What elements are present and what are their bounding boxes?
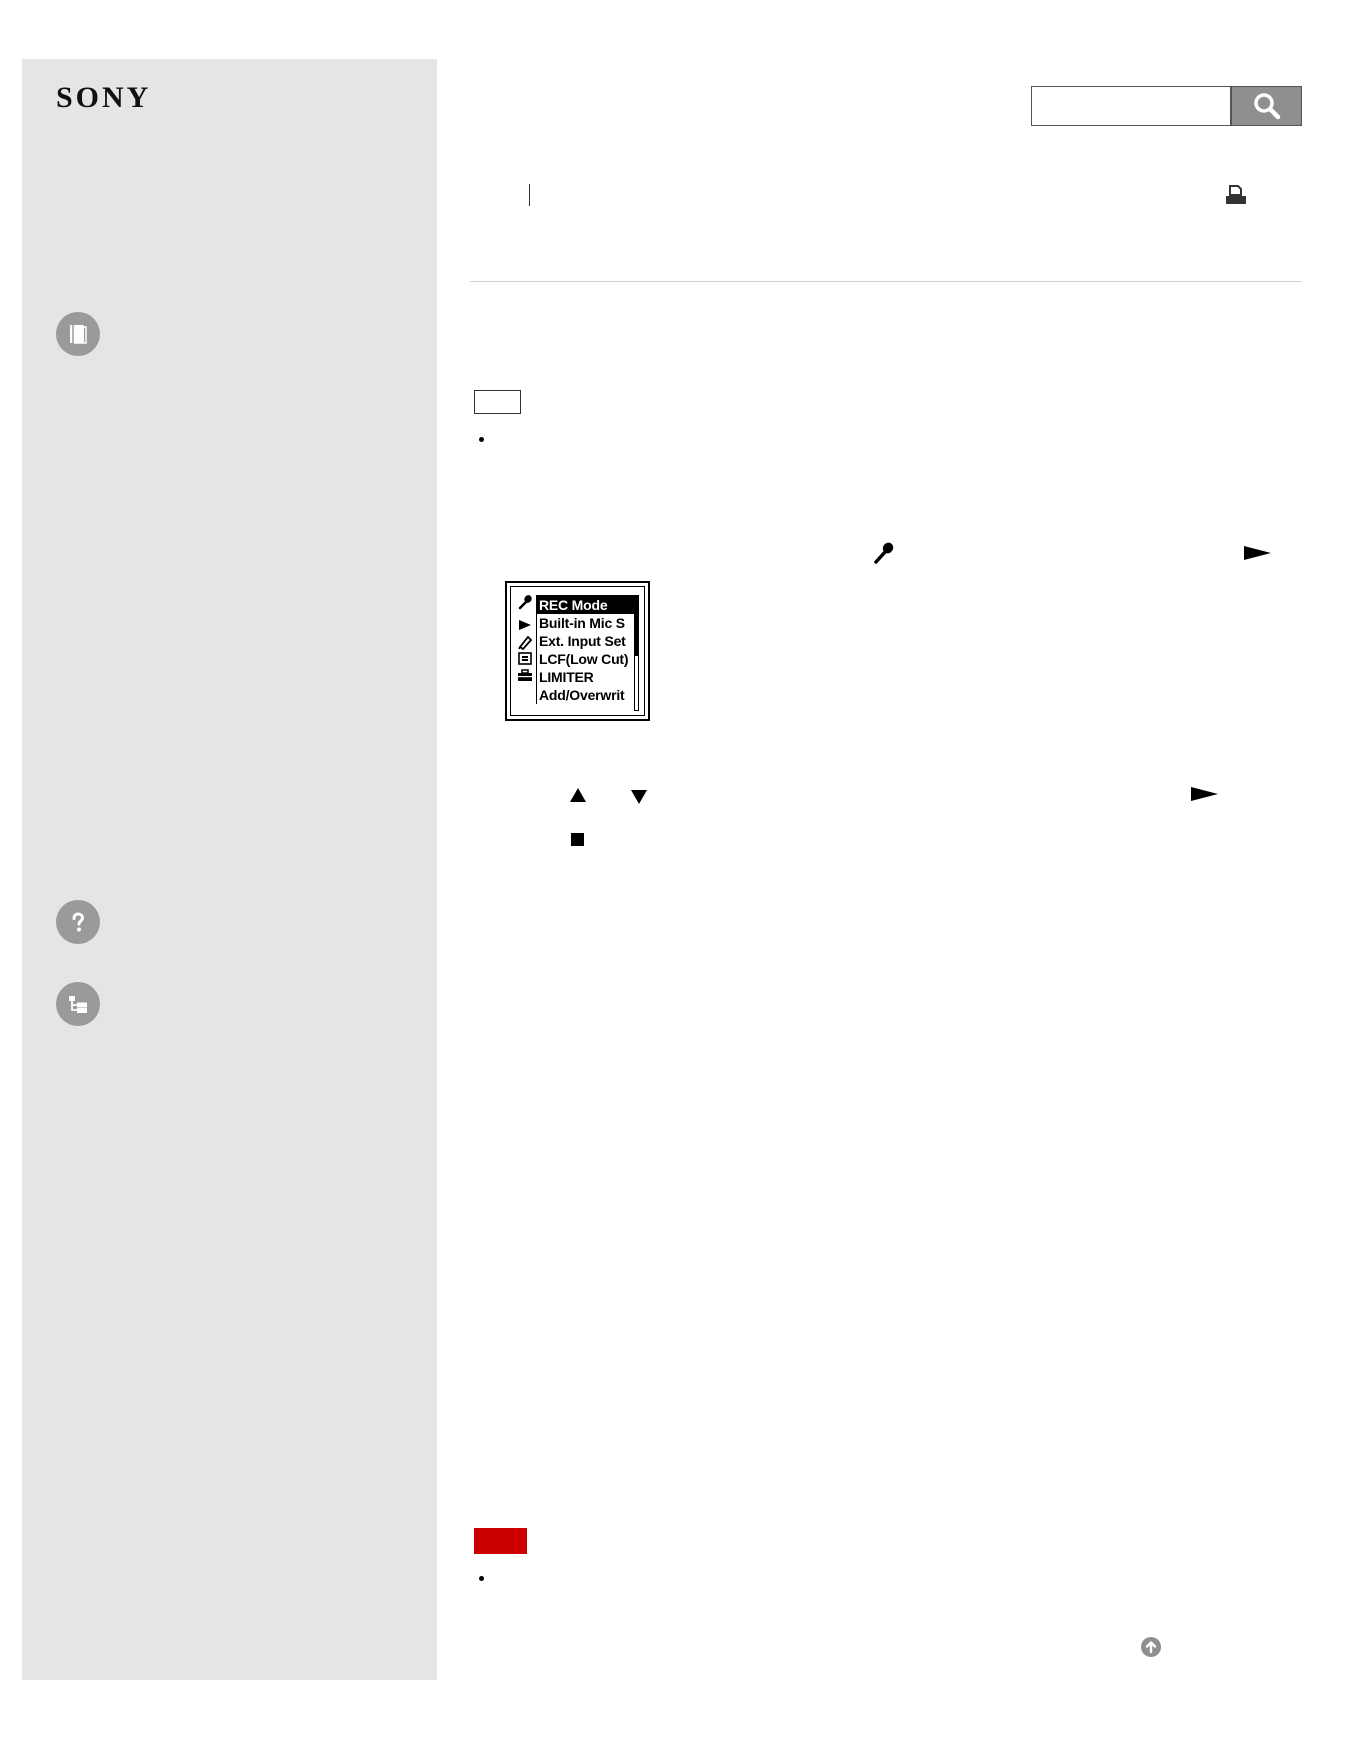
sidebar-item-troubleshooting[interactable]	[56, 900, 100, 944]
up-arrow-icon	[570, 788, 586, 802]
sony-logo[interactable]: SONY	[56, 81, 151, 115]
lcd-menu-item: LCF(Low Cut)	[539, 651, 629, 667]
lcd-menu-screen: REC Mode Built-in Mic S Ext. Input Set L…	[505, 581, 650, 721]
print-button[interactable]	[1224, 184, 1248, 211]
lcd-menu-item: LIMITER	[539, 669, 594, 685]
lcd-scrollbar-thumb	[635, 598, 638, 656]
stop-icon	[571, 833, 584, 846]
search-icon	[1253, 93, 1280, 120]
play-icon	[515, 616, 535, 633]
down-arrow-icon	[631, 790, 647, 804]
sidebar-item-contents-list[interactable]	[56, 982, 100, 1026]
hint-label	[474, 390, 521, 414]
play-enter-icon	[1191, 787, 1218, 801]
sidebar: SONY	[22, 59, 437, 1680]
lcd-menu-item: Ext. Input Set	[539, 633, 626, 649]
play-enter-icon	[1244, 546, 1271, 560]
printer-icon	[1226, 185, 1246, 204]
lcd-menu-item: Built-in Mic S	[539, 615, 625, 631]
lcd-menu-item: Add/Overwrit	[539, 687, 625, 703]
edit-pencil-icon	[515, 633, 535, 650]
back-to-top-button[interactable]	[1141, 1637, 1161, 1657]
lcd-menu-list: REC Mode Built-in Mic S Ext. Input Set L…	[536, 595, 639, 704]
sidebar-item-operating-instructions[interactable]	[56, 312, 100, 356]
lcd-tab-icons	[515, 593, 535, 684]
display-icon	[515, 650, 535, 667]
toolbox-icon	[515, 667, 535, 684]
mic-icon	[872, 541, 896, 570]
note-label	[474, 1528, 527, 1554]
note-bullet	[479, 1576, 484, 1581]
title-divider	[470, 281, 1302, 282]
book-icon	[70, 325, 87, 344]
breadcrumb-separator	[529, 184, 530, 206]
lcd-menu-item-selected: REC Mode	[537, 596, 639, 614]
mic-icon	[515, 593, 535, 610]
question-icon	[72, 912, 85, 932]
arrow-up-icon	[1145, 1641, 1157, 1654]
lcd-scrollbar	[634, 597, 639, 711]
search-button[interactable]	[1231, 86, 1302, 126]
list-tree-icon	[69, 996, 87, 1013]
hint-bullet	[479, 437, 484, 442]
search-input[interactable]	[1031, 86, 1231, 126]
